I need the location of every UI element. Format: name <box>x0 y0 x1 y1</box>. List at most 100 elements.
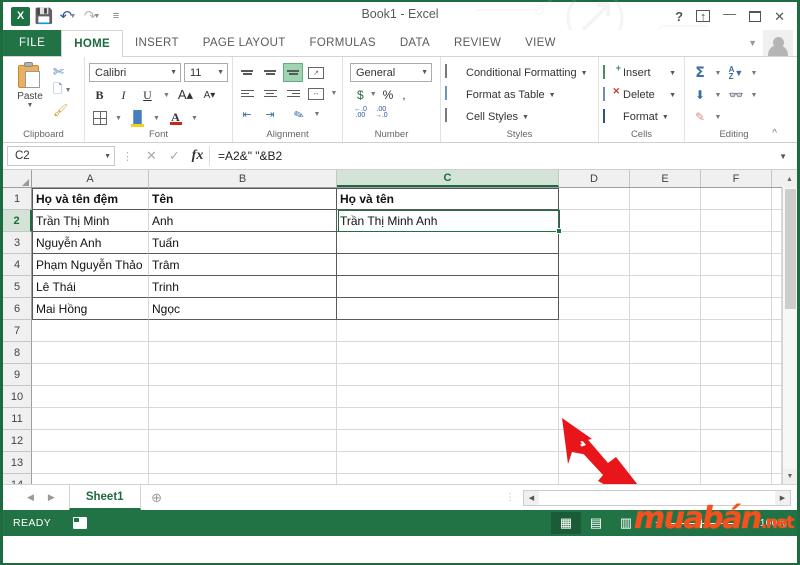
vertical-scrollbar[interactable]: ▼ <box>782 188 797 484</box>
select-all-button[interactable] <box>3 170 32 187</box>
cell-f3[interactable] <box>701 232 772 254</box>
cell-d9[interactable] <box>559 364 630 386</box>
customize-qat-button[interactable]: ≡ <box>105 6 127 26</box>
sort-filter-button[interactable]: A Z ▼ <box>725 64 747 83</box>
cell-g9[interactable] <box>772 364 782 386</box>
zoom-in-button[interactable]: + <box>742 517 749 529</box>
cell-d4[interactable] <box>559 254 630 276</box>
delete-dropdown-icon[interactable]: ▼ <box>669 92 680 99</box>
format-as-table-button[interactable]: Format as Table ▼ <box>445 85 588 105</box>
merge-dropdown-icon[interactable]: ▼ <box>329 84 339 103</box>
cell-g11[interactable] <box>772 408 782 430</box>
cell-c1[interactable]: Họ và tên <box>337 188 559 210</box>
cell-g5[interactable] <box>772 276 782 298</box>
cell-e11[interactable] <box>630 408 701 430</box>
row-header-10[interactable]: 10 <box>3 386 32 408</box>
cell-a1[interactable]: Họ và tên đệm <box>32 188 149 210</box>
increase-decimal-button[interactable]: ←.0.00 <box>354 106 367 119</box>
tab-insert[interactable]: INSERT <box>123 30 191 56</box>
cell-f12[interactable] <box>701 430 772 452</box>
undo-button[interactable]: ↶ ▼ <box>57 6 79 26</box>
fill-color-button[interactable]: █ <box>127 108 148 128</box>
cell-a14[interactable] <box>32 474 149 484</box>
font-size-input[interactable]: 11 ▼ <box>184 63 228 82</box>
cut-button[interactable]: ✄ <box>53 63 72 80</box>
cell-b3[interactable]: Tuấn <box>149 232 337 254</box>
clear-button[interactable]: ✎ <box>689 108 711 127</box>
fill-dropdown-icon[interactable]: ▼ <box>713 86 723 105</box>
ribbon-display-options-button[interactable]: ↑ <box>696 10 711 23</box>
cell-c2[interactable]: Trần Thị Minh Anh <box>337 210 559 232</box>
zoom-knob[interactable] <box>698 518 702 528</box>
cell-e12[interactable] <box>630 430 701 452</box>
scroll-up-button[interactable]: ▲ <box>782 170 797 188</box>
maximize-button[interactable] <box>749 10 762 22</box>
middle-align-button[interactable] <box>260 63 280 82</box>
cell-a12[interactable] <box>32 430 149 452</box>
cell-b6[interactable]: Ngọc <box>149 298 337 320</box>
format-as-table-dropdown-icon[interactable]: ▼ <box>549 92 556 99</box>
horizontal-scrollbar[interactable]: ◀ ▶ <box>523 489 791 506</box>
column-header-c[interactable]: C <box>337 170 559 187</box>
save-button[interactable]: 💾 <box>33 6 55 26</box>
copy-dropdown-icon[interactable]: ▼ <box>65 87 72 94</box>
cell-b10[interactable] <box>149 386 337 408</box>
cell-c10[interactable] <box>337 386 559 408</box>
formula-input[interactable]: =A2&" "&B2 <box>209 146 773 166</box>
row-header-8[interactable]: 8 <box>3 342 32 364</box>
borders-button[interactable] <box>89 108 110 128</box>
row-header-5[interactable]: 5 <box>3 276 32 298</box>
tab-file[interactable]: FILE <box>3 30 62 56</box>
cell-e7[interactable] <box>630 320 701 342</box>
enter-formula-button[interactable]: ✓ <box>163 146 186 166</box>
cell-g13[interactable] <box>772 452 782 474</box>
percent-style-button[interactable]: % <box>380 85 397 104</box>
row-header-3[interactable]: 3 <box>3 232 32 254</box>
cell-e14[interactable] <box>630 474 701 484</box>
cell-b12[interactable] <box>149 430 337 452</box>
cell-b2[interactable]: Anh <box>149 210 337 232</box>
merge-center-button[interactable]: ↔ <box>306 84 326 103</box>
column-header-e[interactable]: E <box>630 170 701 187</box>
copy-button[interactable]: 🗋 ▼ <box>53 82 72 99</box>
decrease-decimal-button[interactable]: .00 →.0 <box>375 106 388 119</box>
format-cells-button[interactable]: Format ▼ <box>603 107 680 127</box>
row-header-12[interactable]: 12 <box>3 430 32 452</box>
cell-b4[interactable]: Trâm <box>149 254 337 276</box>
conditional-formatting-dropdown-icon[interactable]: ▼ <box>581 70 588 77</box>
sheet-tab-sheet1[interactable]: Sheet1 <box>68 485 141 510</box>
cell-f10[interactable] <box>701 386 772 408</box>
cell-c8[interactable] <box>337 342 559 364</box>
close-button[interactable]: ✕ <box>774 10 785 23</box>
cell-e4[interactable] <box>630 254 701 276</box>
row-header-4[interactable]: 4 <box>3 254 32 276</box>
cell-a3[interactable]: Nguyễn Anh <box>32 232 149 254</box>
cell-b1[interactable]: Tên <box>149 188 337 210</box>
cell-b9[interactable] <box>149 364 337 386</box>
find-select-dropdown-icon[interactable]: ▼ <box>749 86 759 105</box>
help-button[interactable]: ? <box>675 10 683 23</box>
cell-d6[interactable] <box>559 298 630 320</box>
accounting-dropdown-icon[interactable]: ▼ <box>370 85 377 104</box>
cell-g7[interactable] <box>772 320 782 342</box>
cell-e8[interactable] <box>630 342 701 364</box>
italic-button[interactable]: I <box>113 85 134 105</box>
autosum-dropdown-icon[interactable]: ▼ <box>713 64 723 83</box>
cell-d2[interactable] <box>559 210 630 232</box>
chevron-down-icon[interactable]: ▼ <box>748 38 757 48</box>
scroll-left-button[interactable]: ◀ <box>524 490 539 505</box>
scroll-down-button[interactable]: ▼ <box>782 469 797 484</box>
vertical-scroll-thumb[interactable] <box>784 189 796 309</box>
cell-g6[interactable] <box>772 298 782 320</box>
underline-button[interactable]: U <box>137 85 158 105</box>
zoom-track[interactable] <box>666 518 737 528</box>
row-header-1[interactable]: 1 <box>3 188 32 210</box>
fill-button[interactable]: ⬇ <box>689 86 711 105</box>
cell-c4[interactable] <box>337 254 559 276</box>
cell-g2[interactable] <box>772 210 782 232</box>
cell-b8[interactable] <box>149 342 337 364</box>
cell-b13[interactable] <box>149 452 337 474</box>
cell-e9[interactable] <box>630 364 701 386</box>
name-box[interactable]: C2 ▼ <box>7 146 115 166</box>
column-header-f[interactable]: F <box>701 170 772 187</box>
